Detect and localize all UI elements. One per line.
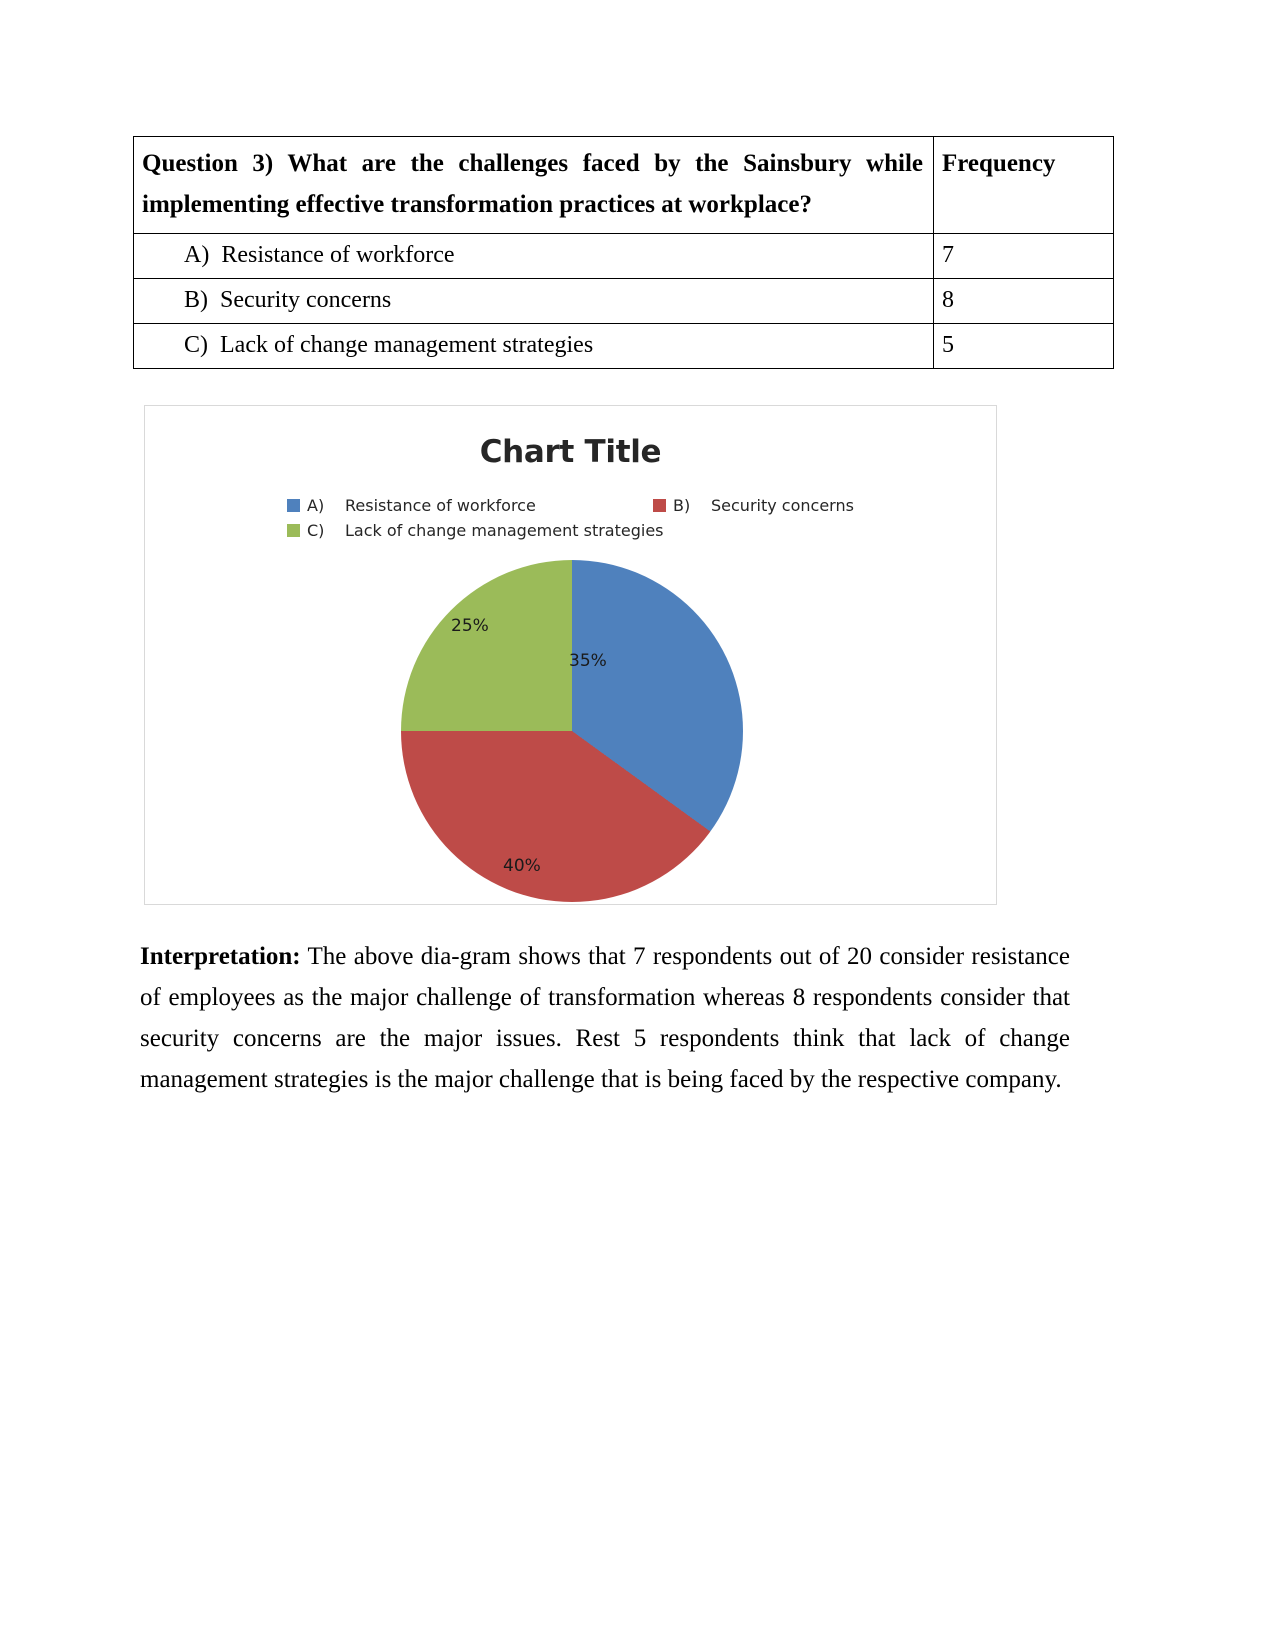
table-row: B) Security concerns 8 <box>133 278 1114 324</box>
table-row: C) Lack of change management strategies … <box>133 323 1114 369</box>
legend-item-a: A) Resistance of workforce <box>287 496 653 515</box>
table-row: A) Resistance of workforce 7 <box>133 233 1114 279</box>
document-page: Question 3) What are the challenges face… <box>0 0 1275 1651</box>
chart-legend: A) Resistance of workforce B) Security c… <box>287 496 887 546</box>
pie-slices <box>401 560 743 902</box>
table-header-row: Question 3) What are the challenges face… <box>133 136 1114 234</box>
frequency-header-label: Frequency <box>942 150 1056 177</box>
question-line-1: Question 3) What are the challenges face… <box>142 150 923 177</box>
slice-label-b: 40% <box>503 856 541 876</box>
frequency-value-a: 7 <box>933 233 1114 279</box>
legend-label-b: Security concerns <box>711 496 854 515</box>
option-label-c: C) Lack of change management strategies <box>133 323 934 369</box>
question-header-cell: Question 3) What are the challenges face… <box>133 136 934 234</box>
legend-key-b: B) <box>673 496 691 515</box>
legend-swatch-icon-b <box>653 499 666 512</box>
legend-row-1: A) Resistance of workforce B) Security c… <box>287 496 887 521</box>
slice-label-c: 25% <box>451 616 489 636</box>
option-label-b: B) Security concerns <box>133 278 934 324</box>
pie-graphic <box>401 560 743 902</box>
legend-swatch-icon-c <box>287 524 300 537</box>
pie-chart-container: Chart Title A) Resistance of workforce B… <box>144 405 997 905</box>
interpretation-paragraph: Interpretation: The above dia-gram shows… <box>140 936 1070 1100</box>
slice-label-a: 35% <box>569 651 607 671</box>
question-frequency-table: Question 3) What are the challenges face… <box>133 136 1114 369</box>
legend-label-a: Resistance of workforce <box>345 496 536 515</box>
question-text: Question 3) What are the challenges face… <box>142 143 925 225</box>
chart-title: Chart Title <box>479 434 662 470</box>
interpretation-lead: Interpretation: <box>140 943 301 970</box>
legend-item-b: B) Security concerns <box>653 496 854 515</box>
frequency-header-cell: Frequency <box>933 136 1114 234</box>
legend-key-a: A) <box>307 496 325 515</box>
legend-row-2: C) Lack of change management strategies <box>287 521 887 546</box>
option-label-a: A) Resistance of workforce <box>133 233 934 279</box>
legend-item-c: C) Lack of change management strategies <box>287 521 664 540</box>
frequency-value-b: 8 <box>933 278 1114 324</box>
legend-key-c: C) <box>307 521 325 540</box>
question-line-2: implementing effective transformation pr… <box>142 191 812 218</box>
legend-swatch-icon-a <box>287 499 300 512</box>
frequency-value-c: 5 <box>933 323 1114 369</box>
legend-label-c: Lack of change management strategies <box>345 521 664 540</box>
